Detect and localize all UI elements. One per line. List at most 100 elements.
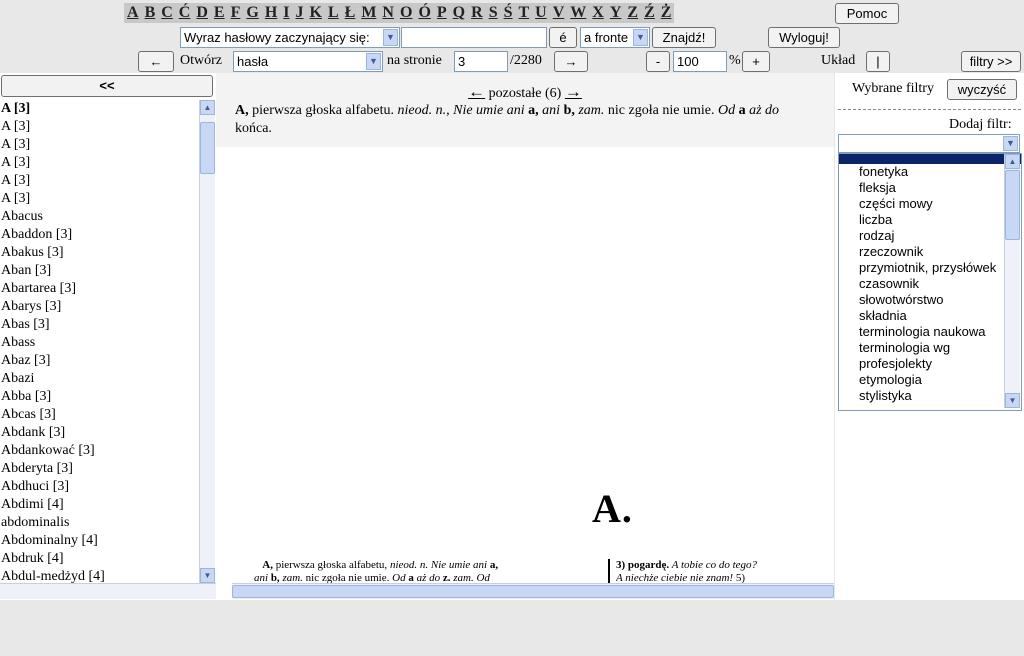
alphabet-letter[interactable]: Ź <box>641 3 658 23</box>
filter-option[interactable]: liczba <box>839 212 1021 228</box>
prev-page-button[interactable]: ← <box>138 51 174 72</box>
alphabet-letter[interactable]: T <box>516 3 533 23</box>
zoom-out-button[interactable]: - <box>646 51 670 72</box>
alphabet-letter[interactable]: Z <box>624 3 641 23</box>
next-page-button[interactable]: → <box>554 51 588 72</box>
list-item[interactable]: Aban [3] <box>0 262 198 280</box>
filter-option[interactable]: terminologia naukowa <box>839 324 1021 340</box>
list-item[interactable]: Abdruk [4] <box>0 550 198 568</box>
alphabet-letter[interactable]: J <box>293 3 307 23</box>
list-item[interactable]: A [3] <box>0 172 198 190</box>
filter-option[interactable]: stylistyka <box>839 388 1021 404</box>
help-button[interactable]: Pomoc <box>835 3 899 24</box>
alphabet-letter[interactable]: Ć <box>176 3 194 23</box>
filter-option[interactable]: fonetyka <box>839 164 1021 180</box>
alphabet-letter[interactable]: F <box>228 3 244 23</box>
direction-select[interactable]: a fronte ▼ <box>580 27 650 48</box>
prev-entry-link[interactable]: ← <box>468 82 485 101</box>
list-item[interactable]: Abdimi [4] <box>0 496 198 514</box>
alphabet-letter[interactable]: G <box>243 3 261 23</box>
scan-hscroll-thumb[interactable] <box>232 585 834 598</box>
filter-option[interactable]: części mowy <box>839 196 1021 212</box>
alphabet-letter[interactable]: A <box>124 3 142 23</box>
scroll-down-icon[interactable]: ▼ <box>1005 393 1020 408</box>
filter-option[interactable]: przymiotnik, przysłówek <box>839 260 1021 276</box>
next-entry-link[interactable]: → <box>565 82 582 101</box>
filter-option[interactable]: rzeczownik <box>839 244 1021 260</box>
list-item[interactable]: Abdankować [3] <box>0 442 198 460</box>
alphabet-letter[interactable]: L <box>325 3 342 23</box>
list-item[interactable]: A [3] <box>0 190 198 208</box>
list-item[interactable]: Abakus [3] <box>0 244 198 262</box>
clear-filters-button[interactable]: wyczyść <box>947 79 1017 100</box>
scroll-thumb[interactable] <box>1005 170 1020 240</box>
scroll-up-icon[interactable]: ▲ <box>1005 154 1020 169</box>
alphabet-letter[interactable]: C <box>158 3 176 23</box>
alphabet-letter[interactable]: H <box>262 3 280 23</box>
zoom-in-button[interactable]: + <box>742 51 770 72</box>
list-item[interactable]: Abaz [3] <box>0 352 198 370</box>
list-item[interactable]: Abdank [3] <box>0 424 198 442</box>
search-mode-select[interactable]: Wyraz hasłowy zaczynający się: ▼ <box>180 27 400 48</box>
list-item[interactable]: Abdominalny [4] <box>0 532 198 550</box>
list-item[interactable]: Abdhuci [3] <box>0 478 198 496</box>
list-item[interactable]: Abarys [3] <box>0 298 198 316</box>
list-item[interactable]: Abass <box>0 334 198 352</box>
filter-options-scrollbar[interactable]: ▲ ▼ <box>1004 154 1020 408</box>
page-number-input[interactable]: 3 <box>454 51 508 72</box>
filter-option[interactable]: profesjolekty <box>839 356 1021 372</box>
alphabet-letter[interactable]: N <box>379 3 397 23</box>
alphabet-letter[interactable]: O <box>397 3 415 23</box>
entry-list-scrollbar[interactable]: ▲ ▼ <box>199 100 215 583</box>
alphabet-letter[interactable]: B <box>142 3 159 23</box>
list-item[interactable]: Abba [3] <box>0 388 198 406</box>
filters-toggle-button[interactable]: filtry >> <box>961 51 1021 72</box>
layout-button[interactable]: | <box>866 51 890 72</box>
alphabet-letter[interactable]: U <box>532 3 550 23</box>
alphabet-letter[interactable]: K <box>307 3 325 23</box>
list-item[interactable]: A [3] <box>0 154 198 172</box>
list-item[interactable]: A [3] <box>0 136 198 154</box>
scan-hscrollbar[interactable] <box>232 583 834 599</box>
filter-option[interactable]: słowotwórstwo <box>839 292 1021 308</box>
alphabet-letter[interactable]: D <box>193 3 211 23</box>
scroll-down-icon[interactable]: ▼ <box>200 568 215 583</box>
add-filter-select[interactable]: ▼ <box>838 134 1020 153</box>
filter-options-list[interactable]: fonetyka fleksja części mowy liczba rodzaj rz… <box>838 153 1022 411</box>
alphabet-letter[interactable]: E <box>211 3 228 23</box>
alphabet-letter[interactable]: P <box>434 3 450 23</box>
zoom-input[interactable]: 100 <box>673 51 727 72</box>
list-item[interactable]: A [3] <box>0 100 198 118</box>
scroll-thumb[interactable] <box>200 122 215 174</box>
alphabet-letter[interactable]: Ó <box>415 3 433 23</box>
list-item[interactable]: Abas [3] <box>0 316 198 334</box>
alphabet-letter[interactable]: I <box>280 3 292 23</box>
alphabet-letter[interactable]: Ż <box>658 3 675 23</box>
filter-option[interactable]: fleksja <box>839 180 1021 196</box>
search-input[interactable] <box>401 27 547 48</box>
list-item[interactable]: Abartarea [3] <box>0 280 198 298</box>
logout-button[interactable]: Wyloguj! <box>768 27 840 48</box>
alphabet-letter[interactable]: M <box>358 3 379 23</box>
find-button[interactable]: Znajdź! <box>652 27 716 48</box>
alphabet-letter[interactable]: S <box>486 3 501 23</box>
scroll-up-icon[interactable]: ▲ <box>200 100 215 115</box>
alphabet-letter[interactable]: X <box>589 3 607 23</box>
entry-list-hscrollbar[interactable] <box>0 583 216 599</box>
alphabet-letter[interactable]: R <box>468 3 486 23</box>
open-select[interactable]: hasła ▼ <box>233 51 383 72</box>
filter-option[interactable]: rodzaj <box>839 228 1021 244</box>
special-char-button[interactable]: é <box>549 27 577 48</box>
list-item[interactable]: abdominalis <box>0 514 198 532</box>
filter-option[interactable]: składnia <box>839 308 1021 324</box>
filter-option[interactable] <box>839 154 1021 164</box>
list-item[interactable]: Abacus <box>0 208 198 226</box>
alphabet-letter[interactable]: W <box>567 3 589 23</box>
list-item[interactable]: Abazi <box>0 370 198 388</box>
alphabet-letter[interactable]: Y <box>607 3 625 23</box>
filter-option[interactable]: terminologia wg <box>839 340 1021 356</box>
collapse-sidebar-button[interactable]: << <box>1 75 213 97</box>
alphabet-letter[interactable]: Ś <box>501 3 516 23</box>
list-item[interactable]: Abcas [3] <box>0 406 198 424</box>
list-item[interactable]: Abaddon [3] <box>0 226 198 244</box>
